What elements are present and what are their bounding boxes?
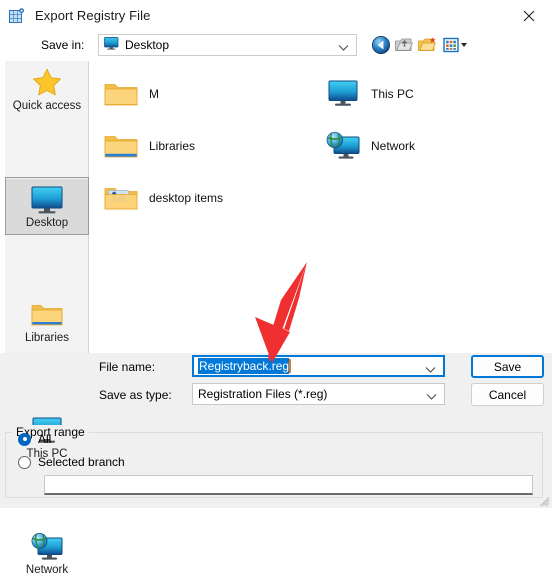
radio-indicator (18, 432, 31, 446)
views-button[interactable] (443, 35, 471, 55)
list-item[interactable]: desktop items (101, 175, 321, 221)
save-as-type-label: Save as type: (99, 388, 172, 402)
network-globe-icon (323, 131, 363, 161)
registry-editor-icon (9, 7, 25, 24)
text-caret (289, 359, 292, 373)
list-item[interactable]: Libraries (101, 123, 301, 169)
list-item-label: This PC (371, 87, 414, 101)
chevron-down-icon[interactable] (426, 390, 437, 404)
window-title: Export Registry File (35, 8, 151, 23)
chevron-down-icon (338, 41, 349, 55)
folder-icon (101, 80, 141, 109)
export-registry-file-dialog: Export Registry File Save in: Desktop Qu… (0, 0, 552, 576)
file-name-value: Registryback.reg (198, 358, 290, 374)
sidebar-item-label: Libraries (24, 332, 70, 344)
list-item-label: desktop items (149, 191, 224, 205)
sidebar-item-libraries[interactable]: Libraries (5, 293, 89, 351)
radio-indicator (18, 455, 31, 469)
desktop-items-folder-icon (101, 184, 141, 213)
file-name-input[interactable]: Registryback.reg (192, 355, 445, 377)
list-item-label: Network (371, 139, 416, 153)
monitor-icon (30, 183, 64, 216)
places-bar: Quick access Desktop Libraries This PC N… (5, 61, 89, 576)
radio-label: Selected branch (38, 455, 125, 469)
sidebar-item-label: Quick access (12, 100, 82, 112)
save-as-type-dropdown[interactable]: Registration Files (*.reg) (192, 383, 445, 405)
radio-export-all[interactable]: All (18, 432, 51, 446)
sidebar-item-quick-access[interactable]: Quick access (5, 61, 89, 119)
sidebar-item-desktop[interactable]: Desktop (5, 177, 89, 235)
close-icon[interactable] (506, 0, 552, 31)
back-button[interactable] (371, 35, 391, 55)
radio-selected-branch[interactable]: Selected branch (18, 455, 125, 469)
new-folder-button[interactable] (417, 35, 437, 55)
list-item[interactable]: Network (323, 123, 533, 169)
save-in-dropdown[interactable]: Desktop (98, 34, 357, 56)
file-list[interactable]: M This PC Libraries Network desktop item… (93, 61, 547, 353)
network-globe-icon (30, 530, 64, 563)
chevron-down-icon[interactable] (425, 363, 436, 377)
selected-branch-input[interactable] (44, 475, 533, 495)
list-item[interactable]: M (101, 71, 301, 117)
star-icon (32, 66, 62, 99)
list-item[interactable]: This PC (323, 71, 533, 117)
libraries-folder-icon (101, 132, 141, 161)
save-button[interactable]: Save (471, 355, 544, 378)
sidebar-item-network[interactable]: Network (5, 525, 89, 583)
folder-icon (31, 298, 63, 331)
save-in-toolbar: Save in: Desktop (0, 31, 552, 61)
save-in-value: Desktop (125, 38, 170, 52)
sidebar-item-label: Network (25, 564, 69, 576)
monitor-icon (323, 79, 363, 109)
save-in-label: Save in: (41, 38, 85, 52)
list-item-label: M (149, 87, 159, 101)
radio-label: All (38, 432, 52, 446)
up-one-level-button[interactable] (394, 35, 414, 55)
save-as-type-value: Registration Files (*.reg) (198, 387, 328, 401)
list-item-label: Libraries (149, 139, 196, 153)
title-bar: Export Registry File (0, 0, 552, 31)
file-name-label: File name: (99, 360, 156, 374)
cancel-button[interactable]: Cancel (471, 383, 544, 406)
sidebar-item-label: Desktop (25, 217, 69, 229)
browser-content: Quick access Desktop Libraries This PC N… (0, 61, 552, 576)
resize-grip[interactable] (540, 496, 550, 507)
monitor-icon (104, 37, 119, 53)
